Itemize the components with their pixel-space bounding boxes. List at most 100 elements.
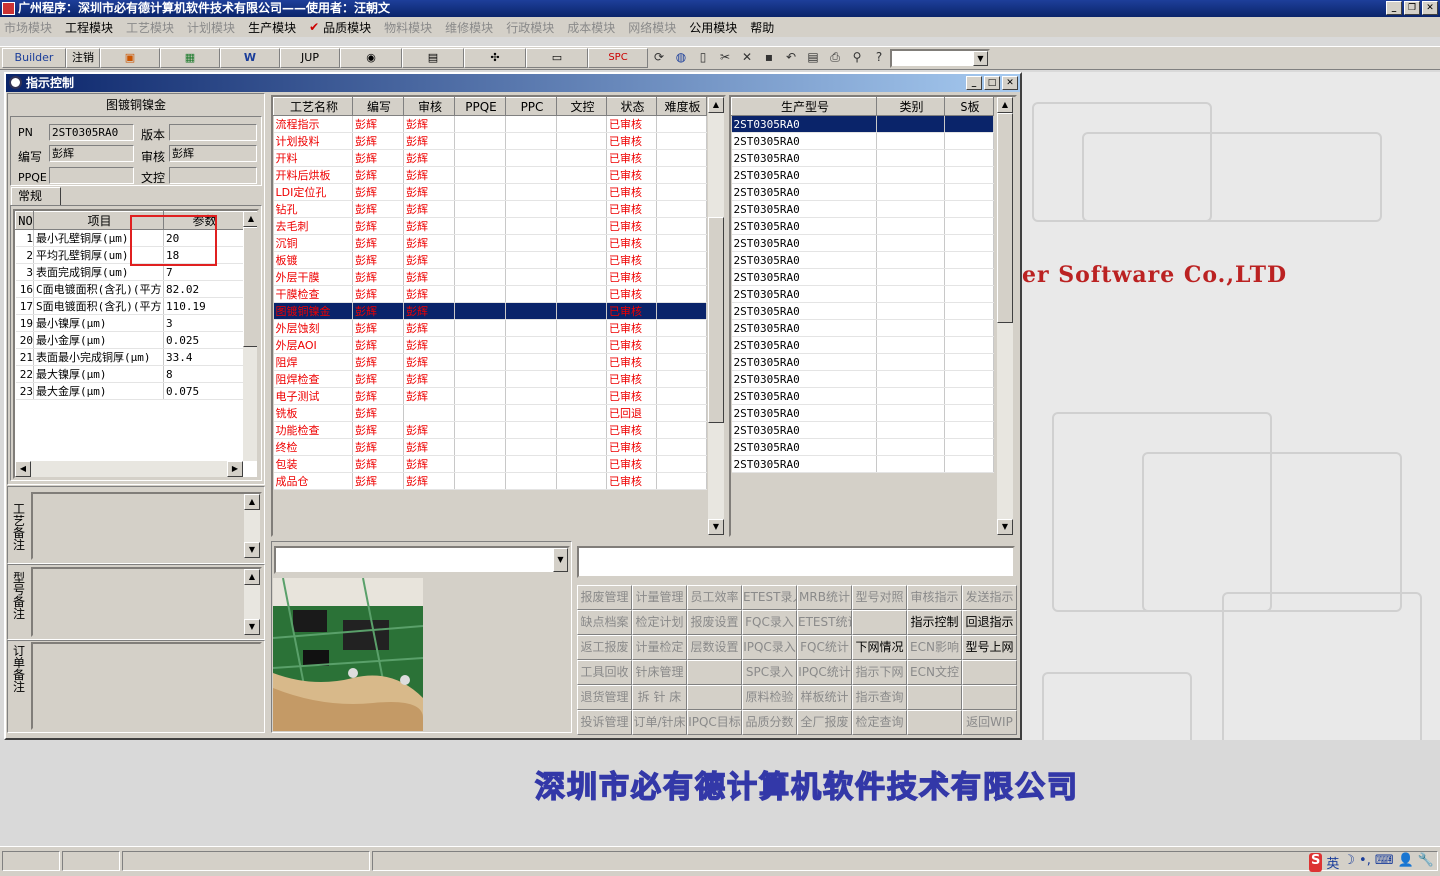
version-field[interactable] [169,124,257,141]
scroll-down-icon[interactable]: ▼ [708,519,724,535]
model-row[interactable]: 2ST0305RA0 [731,285,994,303]
function-button-31[interactable] [962,660,1017,685]
function-button-44[interactable]: 全厂报废 [797,710,852,735]
process-row[interactable]: 阻焊 彭辉 彭辉 已审核 [273,353,707,371]
process-row[interactable]: 干膜检查 彭辉 彭辉 已审核 [273,285,707,303]
function-button-16[interactable]: 返工报废 [577,635,632,660]
logout-button[interactable]: 注销 [66,48,100,68]
child-close-button[interactable]: ✕ [1002,76,1018,90]
process-row[interactable]: 铣板 彭辉 已回退 [273,404,707,422]
function-button-18[interactable]: 层数设置 [687,635,742,660]
process-row[interactable]: 开料后烘板 彭辉 彭辉 已审核 [273,166,707,184]
function-button-30[interactable]: ECN文控 [907,660,962,685]
menu-item-12[interactable]: 帮助 [750,19,774,36]
model-vscroll[interactable]: ▲ ▼ [997,97,1013,535]
process-row[interactable]: 外层蚀刻 彭辉 彭辉 已审核 [273,319,707,337]
process-notes-field[interactable]: ▲ ▼ [31,492,262,560]
model-row[interactable]: 2ST0305RA0 [731,200,994,218]
model-row[interactable]: 2ST0305RA0 [731,353,994,371]
scroll-up-icon[interactable]: ▲ [244,569,260,585]
wrench-icon[interactable]: 🔧 [1418,853,1434,872]
function-button-0[interactable]: 报废管理 [577,585,632,610]
menu-item-1[interactable]: 工程模块 [65,19,113,36]
params-vscroll[interactable]: ▲ [243,211,257,461]
process-row[interactable]: 外层AOI 彭辉 彭辉 已审核 [273,336,707,354]
function-button-9[interactable]: 检定计划 [632,610,687,635]
child-maximize-button[interactable]: □ [984,76,1000,90]
model-row[interactable]: 2ST0305RA0 [731,404,994,422]
new-file-icon[interactable]: ▯ [692,48,714,68]
model-row[interactable]: 2ST0305RA0 [731,319,994,337]
function-button-29[interactable]: 指示下网 [852,660,907,685]
function-button-28[interactable]: IPQC统计 [797,660,852,685]
child-minimize-button[interactable]: _ [966,76,982,90]
process-row[interactable]: 电子测试 彭辉 彭辉 已审核 [273,387,707,405]
menu-item-5[interactable]: 品质模块 [323,19,371,36]
scroll-down-icon[interactable]: ▼ [244,619,260,635]
model-row[interactable]: 2ST0305RA0 [731,302,994,320]
toolbar-combo[interactable]: ▼ [890,48,990,68]
function-button-1[interactable]: 计量管理 [632,585,687,610]
process-row[interactable]: 成品仓 彭辉 彭辉 已审核 [273,472,707,490]
image-select[interactable]: ▼ [274,546,570,574]
ime-language[interactable]: 英 [1326,853,1339,872]
function-button-42[interactable]: IPQC目标 [687,710,742,735]
process-row[interactable]: 图镀铜镍金 彭辉 彭辉 已审核 [273,302,707,320]
menu-item-8[interactable]: 行政模块 [506,19,554,36]
scroll-up-icon[interactable]: ▲ [244,494,260,510]
find-icon[interactable]: ⚲ [846,48,868,68]
function-button-15[interactable]: 回退指示 [962,610,1017,635]
process-row[interactable]: 外层干膜 彭辉 彭辉 已审核 [273,268,707,286]
process-header-5[interactable]: 文控 [556,97,607,116]
function-button-23[interactable]: 型号上网 [962,635,1017,660]
model-row[interactable]: 2ST0305RA0 [731,370,994,388]
params-hscroll[interactable]: ◀ ▶ [15,461,243,477]
eye-icon[interactable]: ◉ [340,48,402,68]
excel-icon[interactable]: ▦ [160,48,220,68]
function-button-40[interactable]: 投诉管理 [577,710,632,735]
process-header-7[interactable]: 难度板 [656,97,707,116]
process-row[interactable]: 功能检查 彭辉 彭辉 已审核 [273,421,707,439]
param-row[interactable]: 3 表面完成铜厚(um) 7 [15,263,244,281]
function-button-8[interactable]: 缺点档案 [577,610,632,635]
cut-icon[interactable]: ✂ [714,48,736,68]
minimize-button[interactable]: _ [1386,1,1402,15]
scroll-up-icon[interactable]: ▲ [243,211,257,227]
model-header-2[interactable]: S板 [944,97,994,116]
restore-button[interactable]: ❐ [1404,1,1420,15]
function-button-46[interactable] [907,710,962,735]
model-row[interactable]: 2ST0305RA0 [731,455,994,473]
model-grid[interactable]: 生产型号 类别 S板 2ST0305RA0 2ST0305RA0 2ST0305RA0 2… [729,95,1017,537]
function-button-45[interactable]: 检定查询 [852,710,907,735]
jup-button[interactable]: JUP [280,48,340,68]
ppqe-field[interactable] [49,167,134,184]
computer-icon[interactable]: ▭ [526,48,588,68]
process-header-2[interactable]: 审核 [403,97,455,116]
process-row[interactable]: 计划投料 彭辉 彭辉 已审核 [273,132,707,150]
process-row[interactable]: 阻焊检查 彭辉 彭辉 已审核 [273,370,707,388]
function-button-5[interactable]: 型号对照 [852,585,907,610]
function-button-10[interactable]: 报废设置 [687,610,742,635]
param-header-no[interactable]: NO [15,211,34,230]
reviewer-field[interactable]: 彭辉 [169,145,257,162]
param-row[interactable]: 20 最小金厚(μm) 0.025 [15,331,244,349]
model-row[interactable]: 2ST0305RA0 [731,336,994,354]
process-header-1[interactable]: 编写 [352,97,404,116]
model-row[interactable]: 2ST0305RA0 [731,421,994,439]
powerpoint-icon[interactable]: ▣ [100,48,160,68]
moon-icon[interactable]: ☽ [1343,853,1355,872]
menu-item-11[interactable]: 公用模块 [689,19,737,36]
menu-item-10[interactable]: 网络模块 [628,19,676,36]
param-row[interactable]: 23 最大金厚(μm) 0.075 [15,382,244,400]
function-button-21[interactable]: 下网情况 [852,635,907,660]
scroll-left-icon[interactable]: ◀ [15,461,31,477]
database-icon[interactable]: ▤ [402,48,464,68]
model-notes-field[interactable]: ▲ ▼ [31,567,262,637]
function-button-20[interactable]: FQC统计 [797,635,852,660]
chevron-down-icon[interactable]: ▼ [553,548,568,572]
network-icon[interactable]: ✣ [464,48,526,68]
function-button-3[interactable]: ETEST录入 [742,585,797,610]
process-row[interactable]: LDI定位孔 彭辉 彭辉 已审核 [273,183,707,201]
function-button-13[interactable] [852,610,907,635]
keyboard-icon[interactable]: ⌨ [1375,853,1394,872]
